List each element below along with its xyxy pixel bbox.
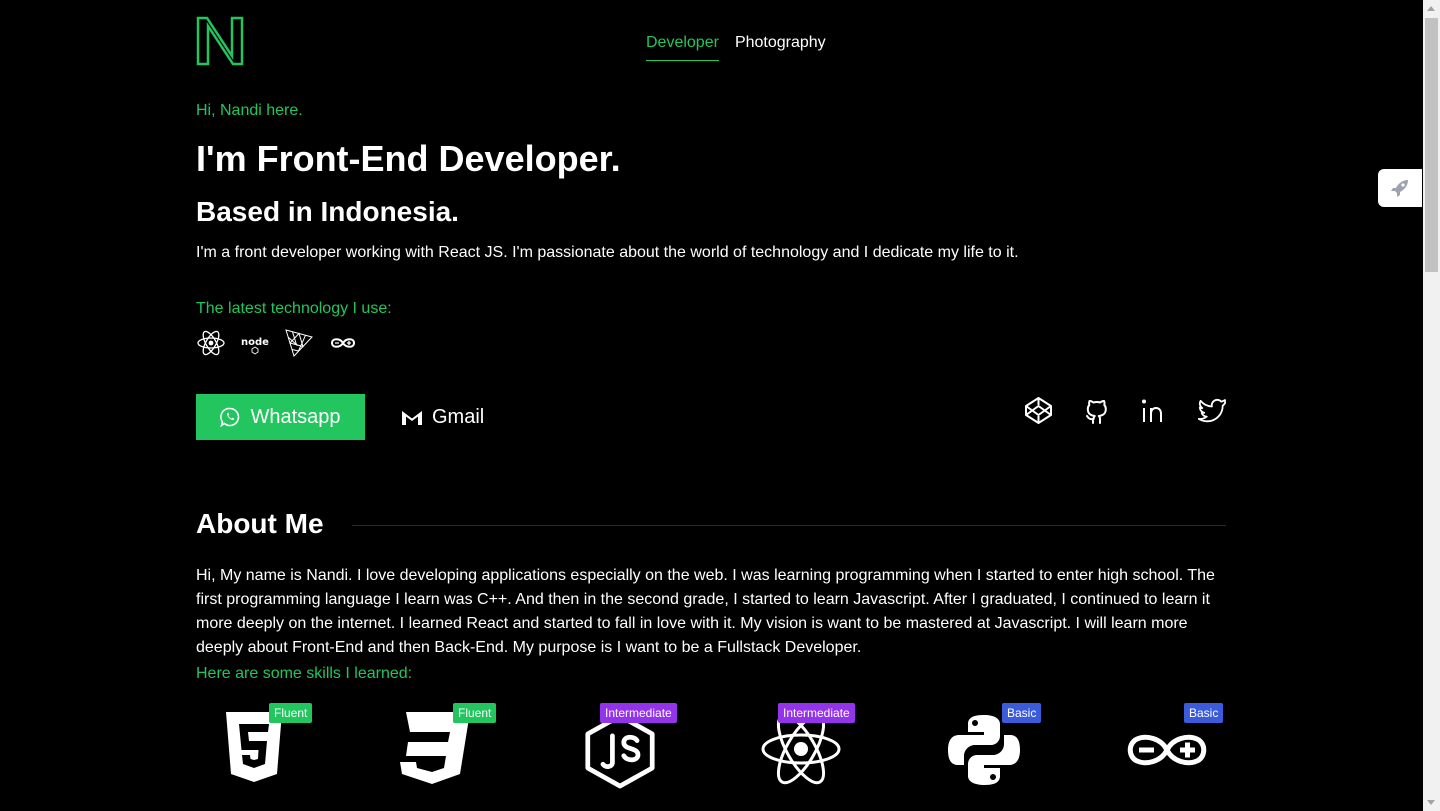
rocket-widget[interactable] xyxy=(1378,169,1422,207)
tab-developer[interactable]: Developer xyxy=(646,34,719,61)
react-icon xyxy=(197,330,225,356)
hero-title: I'm Front-End Developer. xyxy=(196,138,621,179)
tech-label: The latest technology I use: xyxy=(196,300,392,317)
logo-n-icon xyxy=(196,16,244,66)
skills-label: Here are some skills I learned: xyxy=(196,665,413,682)
skill-html5: Fluent xyxy=(196,700,336,811)
python-icon xyxy=(948,715,1020,785)
about-heading: About Me xyxy=(196,508,324,539)
tech-icons: node xyxy=(196,328,358,358)
github-icon xyxy=(1086,399,1107,424)
skill-level-badge: Fluent xyxy=(269,703,313,723)
linkedin-icon xyxy=(1142,399,1162,422)
skill-arduino: Basic xyxy=(1106,700,1246,811)
greeting: Hi, Nandi here. xyxy=(196,102,303,119)
linkedin-link[interactable] xyxy=(1140,396,1169,425)
skill-css3: Fluent xyxy=(378,700,518,811)
skill-python: Basic xyxy=(924,700,1064,811)
github-link[interactable] xyxy=(1082,396,1111,425)
about-divider xyxy=(352,525,1226,526)
skill-nodejs: Intermediate xyxy=(560,700,700,811)
skill-react: Intermediate xyxy=(742,700,882,811)
gmail-label: Gmail xyxy=(432,405,485,428)
social-links xyxy=(1024,396,1227,425)
main-nav: Developer Photography xyxy=(646,34,826,61)
tab-photography[interactable]: Photography xyxy=(735,34,826,61)
whatsapp-label: Whatsapp xyxy=(250,405,341,428)
skill-level-badge: Fluent xyxy=(453,703,497,723)
skill-level-badge: Basic xyxy=(1002,703,1042,723)
whatsapp-button[interactable]: Whatsapp xyxy=(196,394,365,440)
rocket-icon xyxy=(1391,180,1408,197)
skill-level-badge: Basic xyxy=(1184,703,1224,723)
threejs-icon xyxy=(285,329,313,357)
twitter-icon xyxy=(1198,398,1226,423)
gmail-icon xyxy=(402,411,422,425)
about-text: Hi, My name is Nandi. I love developing … xyxy=(196,567,1215,656)
logo[interactable] xyxy=(196,16,244,66)
scrollbar-thumb[interactable] xyxy=(1425,18,1438,272)
codepen-icon xyxy=(1025,397,1052,424)
gmail-button[interactable]: Gmail xyxy=(400,394,484,440)
arduino-icon xyxy=(1127,734,1207,766)
nodejs-icon xyxy=(585,713,655,789)
scroll-down-arrow-icon[interactable] xyxy=(1427,800,1435,805)
nodejs-icon: node xyxy=(241,337,269,355)
skill-level-badge: Intermediate xyxy=(778,703,855,723)
scroll-up-arrow-icon[interactable] xyxy=(1427,6,1435,11)
whatsapp-icon xyxy=(220,407,240,427)
scrollbar[interactable] xyxy=(1423,0,1440,811)
react-icon xyxy=(761,713,841,785)
hero-intro: I'm a front developer working with React… xyxy=(196,244,1019,261)
hero-subtitle: Based in Indonesia. xyxy=(196,196,459,227)
skill-level-badge: Intermediate xyxy=(600,703,677,723)
arduino-icon xyxy=(330,338,356,348)
twitter-link[interactable] xyxy=(1198,396,1227,425)
codepen-link[interactable] xyxy=(1024,396,1053,425)
skills-grid: Fluent Fluent Intermediate Intermediate xyxy=(196,700,1226,811)
svg-text:node: node xyxy=(241,337,269,348)
